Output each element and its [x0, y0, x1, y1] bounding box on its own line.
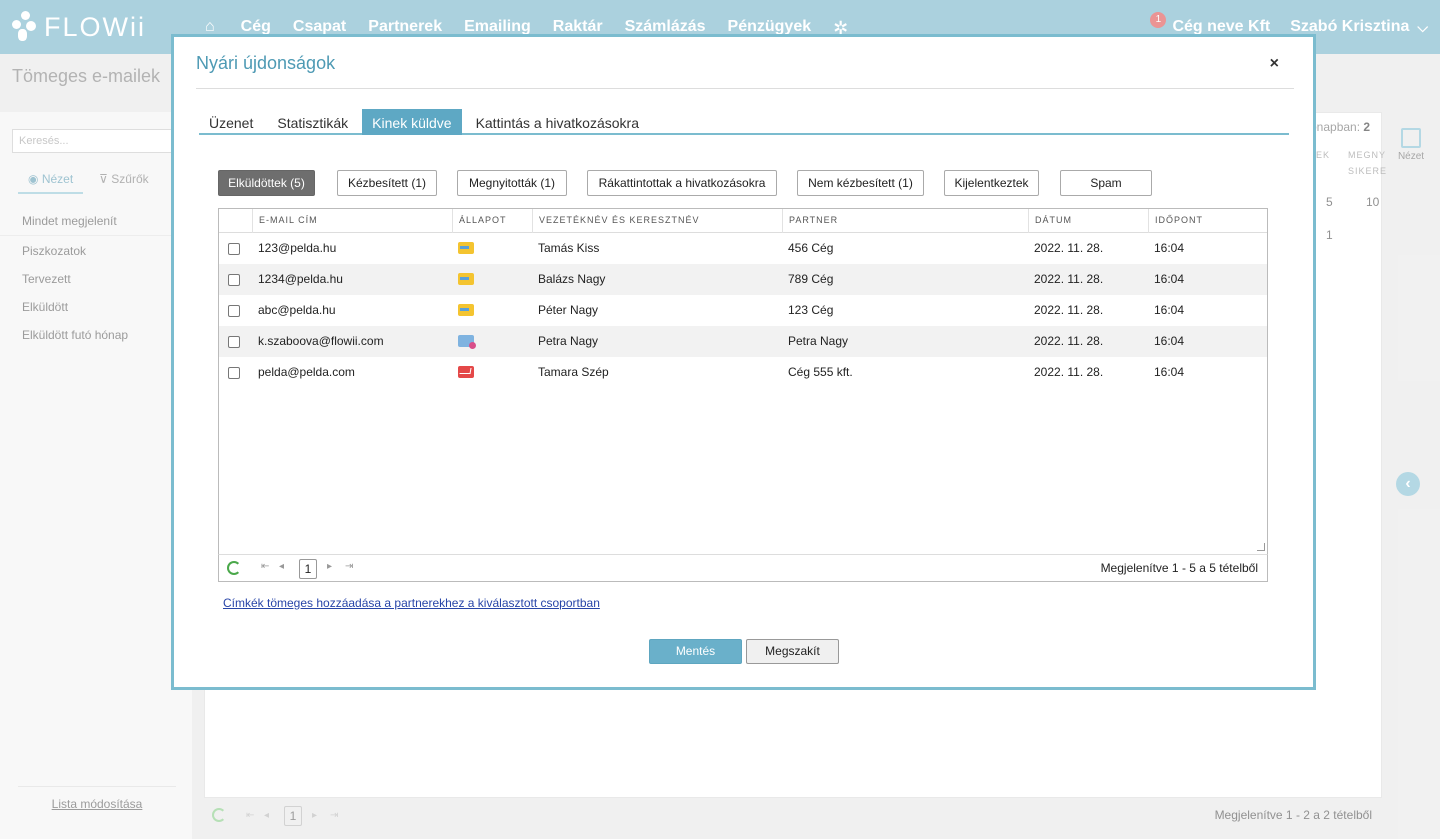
- name-cell: Tamara Szép: [538, 365, 609, 379]
- tab-message[interactable]: Üzenet: [199, 109, 263, 135]
- row-checkbox[interactable]: [228, 274, 240, 286]
- column-header-name[interactable]: Vezetéknév és keresztnév: [532, 209, 782, 233]
- filter-opened-button[interactable]: Megnyitották (1): [457, 170, 567, 196]
- table-row[interactable]: 123@pelda.hu Tamás Kiss 456 Cég 2022. 11…: [219, 233, 1267, 264]
- partner-cell: Cég 555 kft.: [788, 365, 853, 379]
- date-cell: 2022. 11. 28.: [1034, 303, 1104, 317]
- email-cell: 1234@pelda.hu: [258, 272, 343, 286]
- table-row[interactable]: abc@pelda.hu Péter Nagy 123 Cég 2022. 11…: [219, 295, 1267, 326]
- cancel-button[interactable]: Megszakít: [746, 639, 839, 664]
- pager-info: Megjelenítve 1 - 5 a 5 tételből: [1100, 561, 1258, 575]
- refresh-icon[interactable]: [227, 561, 241, 575]
- filter-unsubscribed-button[interactable]: Kijelentkeztek: [944, 170, 1039, 196]
- tab-recipients[interactable]: Kinek küldve: [362, 109, 462, 135]
- name-cell: Petra Nagy: [538, 334, 599, 348]
- filter-delivered-button[interactable]: Kézbesített (1): [337, 170, 437, 196]
- email-cell: k.szaboova@flowii.com: [258, 334, 384, 348]
- table-row[interactable]: 1234@pelda.hu Balázs Nagy 789 Cég 2022. …: [219, 264, 1267, 295]
- bulk-add-tags-link[interactable]: Címkék tömeges hozzáadása a partnerekhez…: [223, 596, 600, 610]
- name-cell: Péter Nagy: [538, 303, 599, 317]
- prev-page-icon[interactable]: ◂: [279, 561, 284, 572]
- date-cell: 2022. 11. 28.: [1034, 272, 1104, 286]
- row-checkbox[interactable]: [228, 305, 240, 317]
- partner-cell: 123 Cég: [788, 303, 834, 317]
- email-cell: pelda@pelda.com: [258, 365, 355, 379]
- save-button[interactable]: Mentés: [649, 639, 742, 664]
- close-icon[interactable]: ×: [1270, 55, 1279, 73]
- time-cell: 16:04: [1154, 303, 1185, 317]
- sent-icon: [458, 273, 474, 285]
- next-page-icon[interactable]: ▸: [327, 561, 332, 572]
- sent-icon: [458, 242, 474, 254]
- partner-cell: 456 Cég: [788, 241, 834, 255]
- column-header-date[interactable]: Dátum: [1028, 209, 1148, 233]
- partner-cell: Petra Nagy: [788, 334, 849, 348]
- recipients-table: E-mail cím Állapot Vezetéknév és kereszt…: [218, 208, 1268, 582]
- table-header: E-mail cím Állapot Vezetéknév és kereszt…: [219, 209, 1267, 233]
- email-cell: 123@pelda.hu: [258, 241, 337, 255]
- campaign-modal: Nyári újdonságok × Üzenet Statisztikák K…: [171, 34, 1316, 690]
- select-column-header: [219, 209, 252, 233]
- opened-icon: [458, 335, 476, 349]
- table-row[interactable]: k.szaboova@flowii.com Petra Nagy Petra N…: [219, 326, 1267, 357]
- first-page-icon[interactable]: ⇤: [261, 561, 269, 572]
- modal-tabs: Üzenet Statisztikák Kinek küldve Kattint…: [199, 109, 1289, 135]
- divider: [196, 88, 1294, 89]
- time-cell: 16:04: [1154, 272, 1185, 286]
- date-cell: 2022. 11. 28.: [1034, 241, 1104, 255]
- row-checkbox[interactable]: [228, 243, 240, 255]
- sent-icon: [458, 304, 474, 316]
- table-pager: ⇤ ◂ 1 ▸ ⇥ Megjelenítve 1 - 5 a 5 tételbő…: [218, 554, 1268, 582]
- column-header-partner[interactable]: Partner: [782, 209, 1028, 233]
- email-cell: abc@pelda.hu: [258, 303, 336, 317]
- last-page-icon[interactable]: ⇥: [345, 561, 353, 572]
- modal-title: Nyári újdonságok: [196, 53, 336, 73]
- partner-cell: 789 Cég: [788, 272, 834, 286]
- filter-undelivered-button[interactable]: Nem kézbesített (1): [797, 170, 924, 196]
- table-row[interactable]: pelda@pelda.com Tamara Szép Cég 555 kft.…: [219, 357, 1267, 388]
- page-number-input[interactable]: 1: [299, 559, 317, 579]
- time-cell: 16:04: [1154, 241, 1185, 255]
- row-checkbox[interactable]: [228, 336, 240, 348]
- column-header-email[interactable]: E-mail cím: [252, 209, 452, 233]
- error-icon: [458, 366, 474, 378]
- column-header-status[interactable]: Állapot: [452, 209, 532, 233]
- filter-clicked-button[interactable]: Rákattintottak a hivatkozásokra: [587, 170, 777, 196]
- filter-spam-button[interactable]: Spam: [1060, 170, 1152, 196]
- date-cell: 2022. 11. 28.: [1034, 334, 1104, 348]
- date-cell: 2022. 11. 28.: [1034, 365, 1104, 379]
- tab-statistics[interactable]: Statisztikák: [267, 109, 358, 135]
- time-cell: 16:04: [1154, 365, 1185, 379]
- column-header-time[interactable]: Időpont: [1148, 209, 1267, 233]
- name-cell: Balázs Nagy: [538, 272, 606, 286]
- filter-sent-button[interactable]: Elküldöttek (5): [218, 170, 315, 196]
- resize-handle[interactable]: [1257, 543, 1265, 551]
- row-checkbox[interactable]: [228, 367, 240, 379]
- time-cell: 16:04: [1154, 334, 1185, 348]
- tab-link-clicks[interactable]: Kattintás a hivatkozásokra: [466, 109, 649, 135]
- name-cell: Tamás Kiss: [538, 241, 600, 255]
